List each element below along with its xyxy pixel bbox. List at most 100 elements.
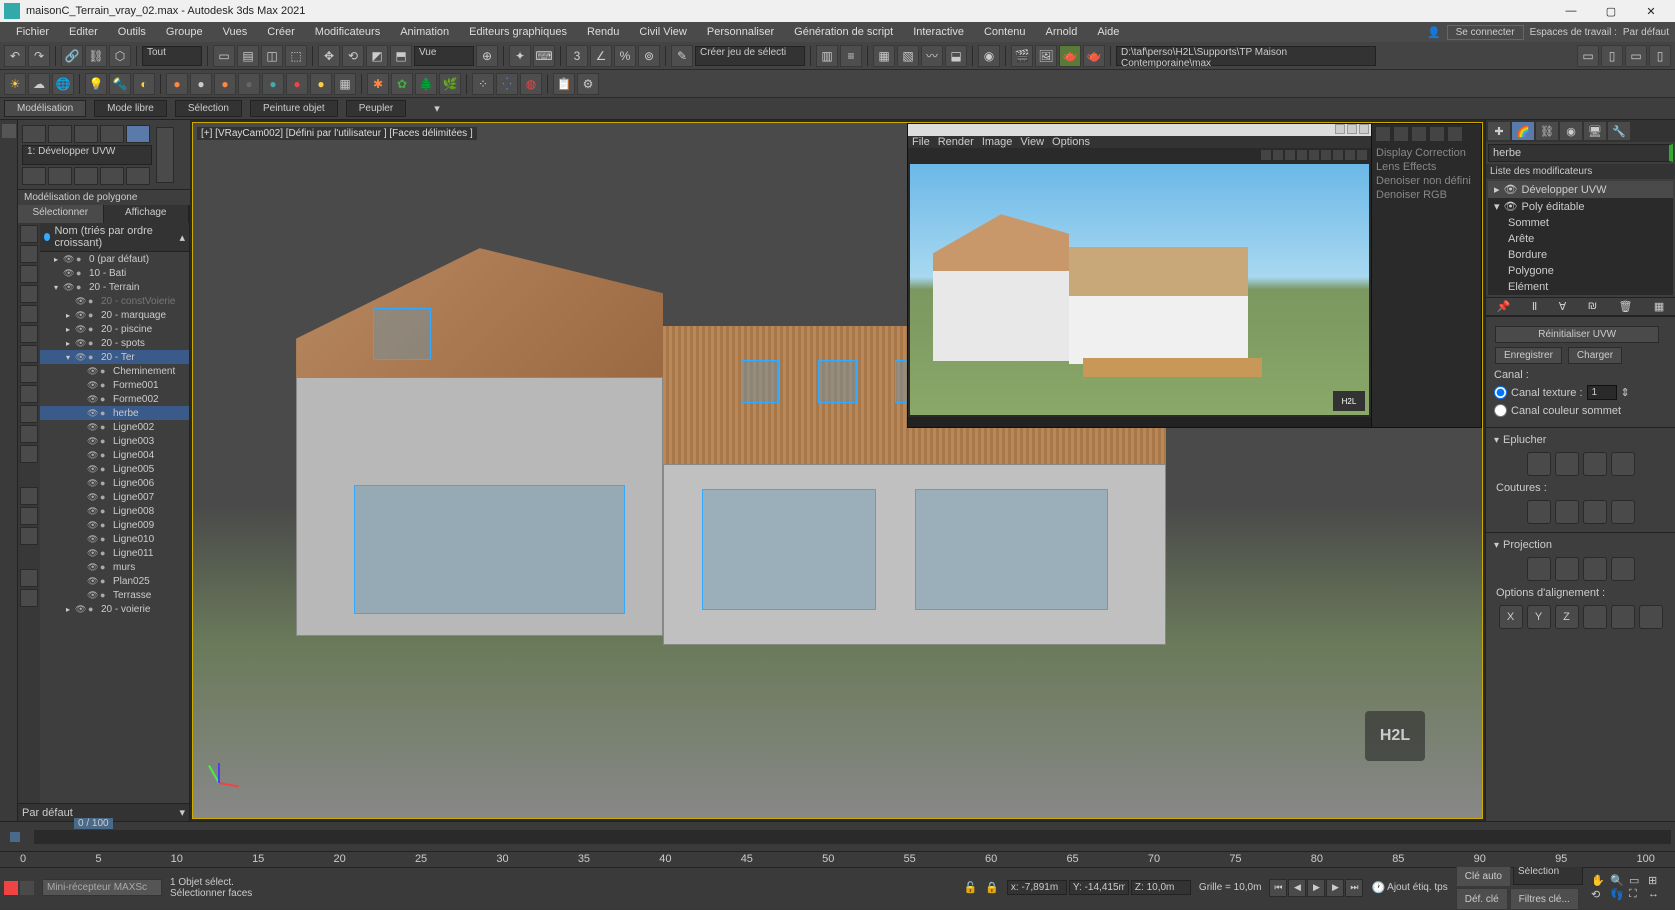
mesh-icon[interactable]: ◍ [520,73,542,95]
pin-stack-icon[interactable]: 📌 [1497,300,1511,313]
render-menu-image[interactable]: Image [982,136,1013,148]
align-y-button[interactable]: Y [1527,605,1551,629]
menu-vues[interactable]: Vues [213,24,258,40]
load-uvw-button[interactable]: Charger [1568,347,1622,364]
menu-script[interactable]: Génération de script [784,24,903,40]
render-min-button[interactable] [1335,124,1345,134]
edit-named-sel[interactable]: ✎ [671,45,693,67]
rib-btn[interactable] [22,125,46,143]
filter-bone-icon[interactable] [20,345,38,363]
filter-b-icon[interactable] [20,507,38,525]
align-x-button[interactable]: X [1499,605,1523,629]
menu-civil-view[interactable]: Civil View [629,24,696,40]
menu-fichier[interactable]: Fichier [6,24,59,40]
render-side-item[interactable]: Denoiser non défini [1374,174,1479,188]
tree-item[interactable]: ▾👁●20 - Ter [40,350,189,364]
filter-helpers-icon[interactable] [20,305,38,323]
tree-item[interactable]: 👁●Ligne007 [40,490,189,504]
lock-icon[interactable]: 🔓 [964,881,978,894]
tree-item[interactable]: 👁●murs [40,560,189,574]
time-slider[interactable]: 0 / 100 [34,830,1671,844]
polygon-modeling-label[interactable]: Modélisation de polygone [18,190,190,205]
checker-icon[interactable]: ▦ [334,73,356,95]
menu-modificateurs[interactable]: Modificateurs [305,24,390,40]
rib-btn[interactable] [22,167,46,185]
stack-icon[interactable]: ∀ [1559,300,1567,313]
seam-icon[interactable] [1527,500,1551,524]
scene-tab-select[interactable]: Sélectionner [18,205,104,223]
snap-toggle[interactable]: 3 [566,45,588,67]
globe-icon[interactable]: 🌐 [52,73,74,95]
proj-planar-icon[interactable] [1527,557,1551,581]
material-editor[interactable]: ◉ [978,45,1000,67]
unlink-button[interactable]: ⛓ [85,45,107,67]
render-side-item[interactable]: Lens Effects [1374,160,1479,174]
peel-icon[interactable] [1527,452,1551,476]
plant-icon[interactable]: 🌿 [439,73,461,95]
sphere-gray-icon[interactable]: ● [190,73,212,95]
key-selection[interactable]: Sélection [1513,865,1583,885]
peel-icon[interactable] [1583,452,1607,476]
y-coord-input[interactable] [1069,880,1129,895]
tree-item[interactable]: 👁●Ligne005 [40,462,189,476]
render-frame-window[interactable]: File Render Image View Options [907,123,1482,428]
rib-btn[interactable] [100,125,124,143]
tree-item[interactable]: 👁●Ligne006 [40,476,189,490]
tree-item[interactable]: 👁●Cheminement [40,364,189,378]
vertex-color-radio[interactable] [1494,404,1507,417]
render-frame[interactable]: 🖼 [1035,45,1057,67]
angle-snap[interactable]: ∠ [590,45,612,67]
modifier-item[interactable]: ▸ 👁 Développer UVW [1488,181,1673,198]
percent-snap[interactable]: % [614,45,636,67]
align-icon[interactable] [1583,605,1607,629]
tex-channel-input[interactable] [1587,385,1617,400]
tree-item[interactable]: 👁●Ligne011 [40,546,189,560]
filter-lights-icon[interactable] [20,265,38,283]
render-tool-icon[interactable] [1357,150,1367,160]
filter-shapes-icon[interactable] [20,245,38,263]
nav-zoomall-icon[interactable]: ⊞ [1648,874,1666,887]
sun-icon[interactable]: ☀ [4,73,26,95]
peel-section-header[interactable]: ▾ Eplucher [1490,432,1671,448]
modifier-item[interactable]: Bordure [1488,247,1673,263]
vp-layout-4[interactable]: ▯ [1649,45,1671,67]
create-tab-icon[interactable]: ✚ [1488,122,1510,140]
tab-peupler[interactable]: Peupler [346,100,406,117]
play-button[interactable]: ▶ [1307,879,1325,897]
tree-item[interactable]: 👁●Ligne003 [40,434,189,448]
light-icon[interactable]: 💡 [85,73,107,95]
seam-icon[interactable] [1583,500,1607,524]
filter-space-icon[interactable] [20,325,38,343]
selection-filter[interactable]: Tout [142,46,202,66]
menu-editer[interactable]: Editer [59,24,108,40]
menu-contenu[interactable]: Contenu [974,24,1036,40]
peel-icon[interactable] [1555,452,1579,476]
tree-icon[interactable]: 🌲 [415,73,437,95]
rib-btn[interactable] [100,167,124,185]
sphere-dark-icon[interactable]: ● [238,73,260,95]
render-tool-icon[interactable] [1321,150,1331,160]
viewport-label[interactable]: [+] [VRayCam002] [Défini par l'utilisate… [197,127,477,140]
hierarchy-tab-icon[interactable]: ⛓ [1536,122,1558,140]
menu-outils[interactable]: Outils [108,24,156,40]
grass-icon[interactable]: ✿ [391,73,413,95]
layer-explorer[interactable]: ▧ [897,45,919,67]
tab-mode-libre[interactable]: Mode libre [94,100,167,117]
nav-max-icon[interactable]: ⛶ [1629,888,1647,901]
filter-particle-icon[interactable] [20,365,38,383]
modifier-list-header[interactable]: Liste des modificateurs [1486,164,1675,179]
redo-button[interactable]: ↷ [28,45,50,67]
select-region-button[interactable]: ◫ [261,45,283,67]
nav-orbit-icon[interactable]: ⟲ [1591,888,1609,901]
menu-animation[interactable]: Animation [390,24,459,40]
menu-personnaliser[interactable]: Personnaliser [697,24,784,40]
undo-button[interactable]: ↶ [4,45,26,67]
tab-peinture[interactable]: Peinture objet [250,100,338,117]
modifier-item[interactable]: Elément [1488,279,1673,295]
seam-icon[interactable] [1555,500,1579,524]
save-uvw-button[interactable]: Enregistrer [1495,347,1562,364]
motion-tab-icon[interactable]: ◉ [1560,122,1582,140]
tab-modelisation[interactable]: Modélisation [4,100,86,117]
manipulate-button[interactable]: ✦ [509,45,531,67]
next-frame-button[interactable]: ▶ [1326,879,1344,897]
